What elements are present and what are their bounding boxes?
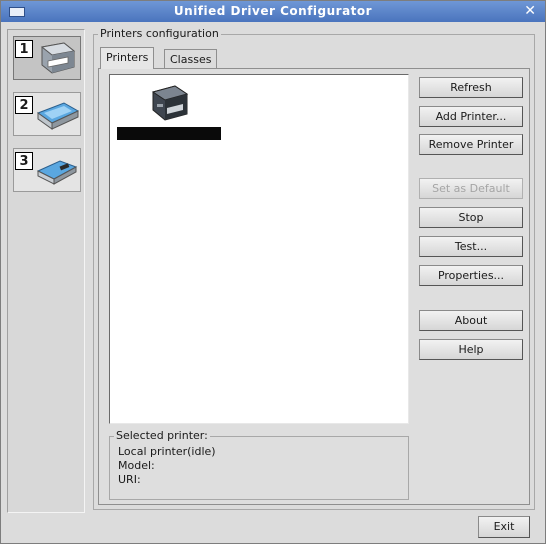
sidebar: 1 2 3 xyxy=(7,29,85,513)
tab-printers[interactable]: Printers xyxy=(100,47,155,69)
group-legend: Printers configuration xyxy=(98,27,221,40)
tab-classes[interactable]: Classes xyxy=(164,49,218,69)
remove-printer-button[interactable]: Remove Printer xyxy=(419,134,523,155)
uri-label: URI: xyxy=(118,473,141,486)
sidebar-item-scanners[interactable]: 2 xyxy=(13,92,81,136)
test-button[interactable]: Test... xyxy=(419,236,523,257)
sidebar-item-printers[interactable]: 1 xyxy=(13,36,81,80)
printer-icon xyxy=(40,42,76,74)
app-window: Unified Driver Configurator ✕ 1 2 3 Prin… xyxy=(0,0,546,544)
sidebar-item-ports[interactable]: 3 xyxy=(13,148,81,192)
properties-button[interactable]: Properties... xyxy=(419,265,523,286)
printer-icon xyxy=(151,85,189,121)
help-button[interactable]: Help xyxy=(419,339,523,360)
title-bar: Unified Driver Configurator ✕ xyxy=(1,1,545,22)
printer-list[interactable] xyxy=(109,74,409,424)
port-icon xyxy=(36,160,78,185)
sidebar-item-number: 3 xyxy=(15,152,33,170)
printer-name-label xyxy=(117,127,221,140)
sidebar-item-number: 2 xyxy=(15,96,33,114)
refresh-button[interactable]: Refresh xyxy=(419,77,523,98)
group-legend: Selected printer: xyxy=(114,429,210,442)
model-label: Model: xyxy=(118,459,155,472)
close-icon[interactable]: ✕ xyxy=(524,3,536,19)
add-printer-button[interactable]: Add Printer... xyxy=(419,106,523,127)
list-item[interactable] xyxy=(117,80,221,140)
selected-printer-group: Selected printer: Local printer(idle) Mo… xyxy=(109,429,409,500)
about-button[interactable]: About xyxy=(419,310,523,331)
printer-status-text: Local printer(idle) xyxy=(118,445,216,458)
exit-button[interactable]: Exit xyxy=(478,516,530,538)
sidebar-item-number: 1 xyxy=(15,40,33,58)
stop-button[interactable]: Stop xyxy=(419,207,523,228)
printers-tab-panel: Refresh Add Printer... Remove Printer Se… xyxy=(98,68,530,505)
window-title: Unified Driver Configurator xyxy=(173,4,373,18)
set-as-default-button[interactable]: Set as Default xyxy=(419,178,523,199)
scanner-icon xyxy=(36,102,80,130)
